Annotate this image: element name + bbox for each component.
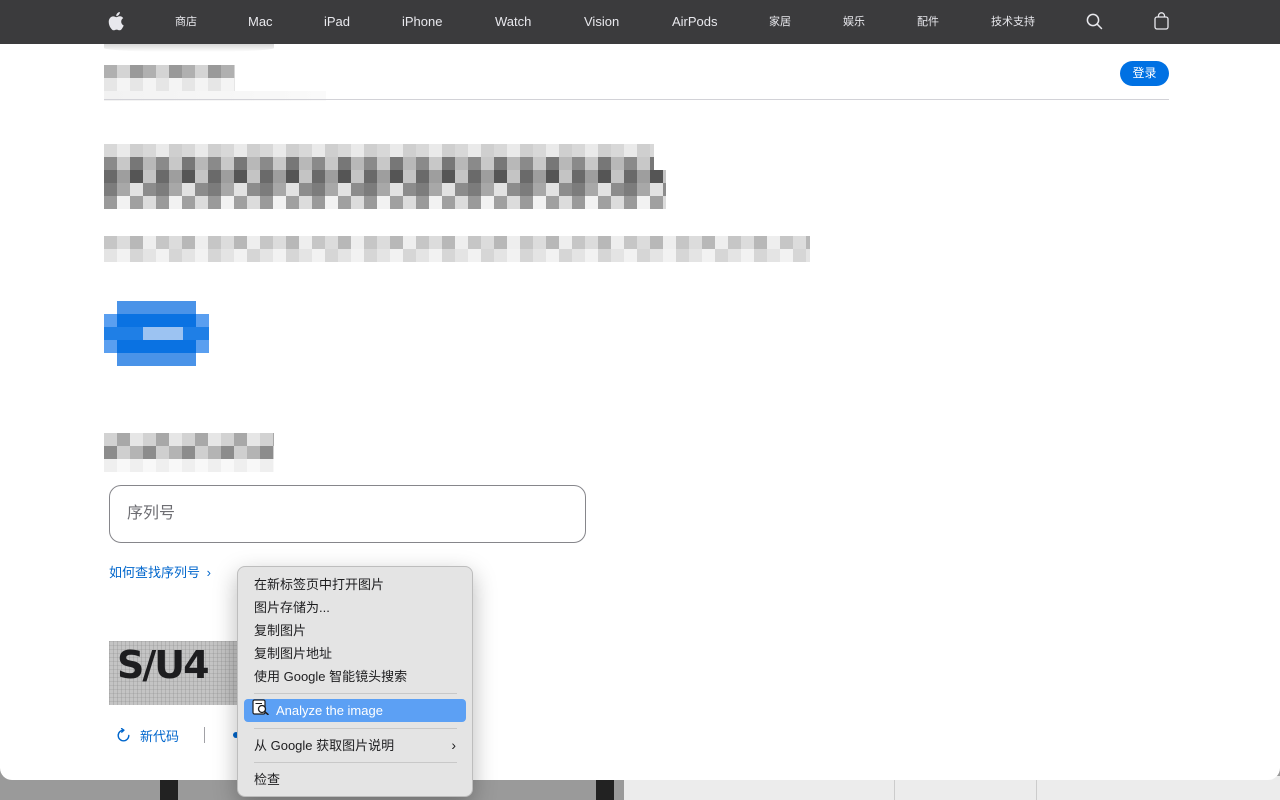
menu-item-copy-image-address[interactable]: 复制图片地址 bbox=[244, 642, 466, 665]
nav-entertainment[interactable]: 娱乐 bbox=[843, 0, 865, 44]
nav-accessories[interactable]: 配件 bbox=[917, 0, 939, 44]
analyze-image-icon bbox=[252, 699, 270, 722]
nav-store[interactable]: 商店 bbox=[175, 0, 197, 44]
refresh-icon bbox=[117, 728, 130, 742]
serial-number-field[interactable] bbox=[109, 485, 586, 543]
apple-logo-icon[interactable] bbox=[108, 11, 124, 31]
find-serial-link[interactable]: 如何查找序列号 › bbox=[109, 562, 211, 581]
nav-ipad[interactable]: iPad bbox=[324, 0, 350, 44]
backdrop-element bbox=[160, 780, 178, 800]
shopping-bag-icon[interactable] bbox=[1154, 12, 1169, 30]
captcha-text: S/U4 bbox=[117, 643, 210, 687]
new-code-label: 新代码 bbox=[140, 729, 180, 744]
new-code-button[interactable]: 新代码 bbox=[116, 726, 179, 745]
menu-separator bbox=[254, 728, 457, 729]
subnav-divider bbox=[104, 99, 1169, 100]
menu-separator bbox=[254, 693, 457, 694]
divider bbox=[204, 727, 205, 743]
menu-item-google-lens-search[interactable]: 使用 Google 智能镜头搜索 bbox=[244, 665, 466, 688]
context-menu: 在新标签页中打开图片 图片存储为... 复制图片 复制图片地址 使用 Googl… bbox=[237, 566, 473, 797]
menu-item-open-image-new-tab[interactable]: 在新标签页中打开图片 bbox=[244, 573, 466, 596]
find-serial-link-label: 如何查找序列号 bbox=[109, 565, 201, 580]
nav-iphone[interactable]: iPhone bbox=[402, 0, 442, 44]
chevron-right-icon: › bbox=[206, 565, 211, 580]
menu-item-copy-image[interactable]: 复制图片 bbox=[244, 619, 466, 642]
chevron-right-icon: › bbox=[451, 737, 456, 753]
menu-item-inspect[interactable]: 检查 bbox=[244, 768, 466, 791]
nav-vision[interactable]: Vision bbox=[584, 0, 619, 44]
page-window: 登录 如何查找序列号 › bbox=[0, 44, 1280, 780]
serial-number-input[interactable] bbox=[110, 486, 585, 542]
nav-home[interactable]: 家居 bbox=[769, 0, 791, 44]
captcha-image[interactable]: S/U4 bbox=[109, 641, 239, 705]
menu-item-save-image-as[interactable]: 图片存储为... bbox=[244, 596, 466, 619]
global-nav: 商店 Mac iPad iPhone Watch Vision AirPods … bbox=[0, 0, 1280, 44]
menu-separator bbox=[254, 762, 457, 763]
menu-item-analyze-image-label: Analyze the image bbox=[276, 703, 383, 718]
nav-airpods[interactable]: AirPods bbox=[672, 0, 718, 44]
menu-item-analyze-image[interactable]: Analyze the image bbox=[244, 699, 466, 722]
nav-watch[interactable]: Watch bbox=[495, 0, 531, 44]
nav-support[interactable]: 技术支持 bbox=[991, 0, 1035, 44]
menu-item-get-image-description[interactable]: 从 Google 获取图片说明 › bbox=[244, 734, 466, 757]
signin-button[interactable]: 登录 bbox=[1120, 61, 1169, 86]
nav-mac[interactable]: Mac bbox=[248, 0, 273, 44]
backdrop-element bbox=[596, 780, 614, 800]
search-icon[interactable] bbox=[1086, 13, 1103, 30]
menu-item-get-image-description-label: 从 Google 获取图片说明 bbox=[254, 738, 395, 753]
